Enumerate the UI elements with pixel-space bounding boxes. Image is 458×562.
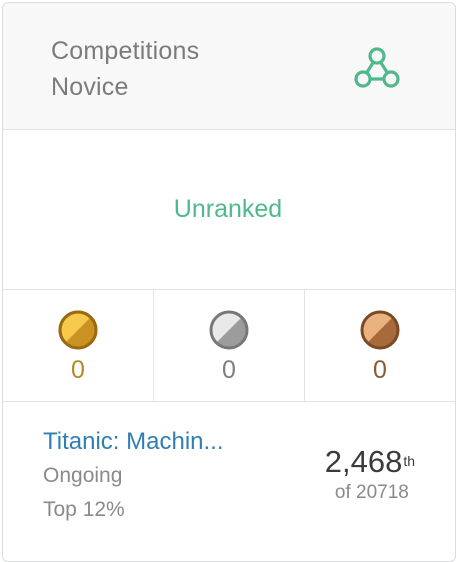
- medals-row: 0 0 0: [3, 290, 455, 402]
- rank-total: of 20718: [334, 482, 409, 503]
- card-title-line2: Novice: [51, 73, 129, 101]
- bronze-medal-count: 0: [373, 356, 387, 384]
- competitions-card: Competitions Novice Unranked 0 0 0 Titan…: [2, 2, 456, 562]
- rank-section: Unranked: [3, 130, 455, 290]
- card-title: Competitions Novice: [51, 33, 199, 105]
- silver-medal-cell: 0: [154, 290, 305, 401]
- rank-suffix: th: [403, 452, 415, 469]
- bronze-medal-icon: [360, 310, 400, 350]
- silver-medal-icon: [209, 310, 249, 350]
- gold-medal-icon: [58, 310, 98, 350]
- silver-medal-count: 0: [222, 356, 236, 384]
- gold-medal-cell: 0: [3, 290, 154, 401]
- competition-row: Titanic: Machin... Ongoing Top 12% 2,468…: [3, 402, 455, 552]
- rank-status: Unranked: [173, 195, 283, 223]
- rank-number: 2,468: [324, 444, 403, 479]
- tier-network-icon: [354, 47, 400, 88]
- competition-link[interactable]: Titanic: Machin...: [43, 428, 275, 456]
- competition-status: Ongoing: [43, 464, 123, 487]
- bronze-medal-cell: 0: [305, 290, 455, 401]
- competition-top-percent: Top 12%: [43, 498, 125, 521]
- competition-rank: 2,468th of 20718: [325, 444, 415, 504]
- card-header: Competitions Novice: [3, 3, 455, 130]
- gold-medal-count: 0: [71, 356, 85, 384]
- card-title-line1: Competitions: [51, 37, 200, 65]
